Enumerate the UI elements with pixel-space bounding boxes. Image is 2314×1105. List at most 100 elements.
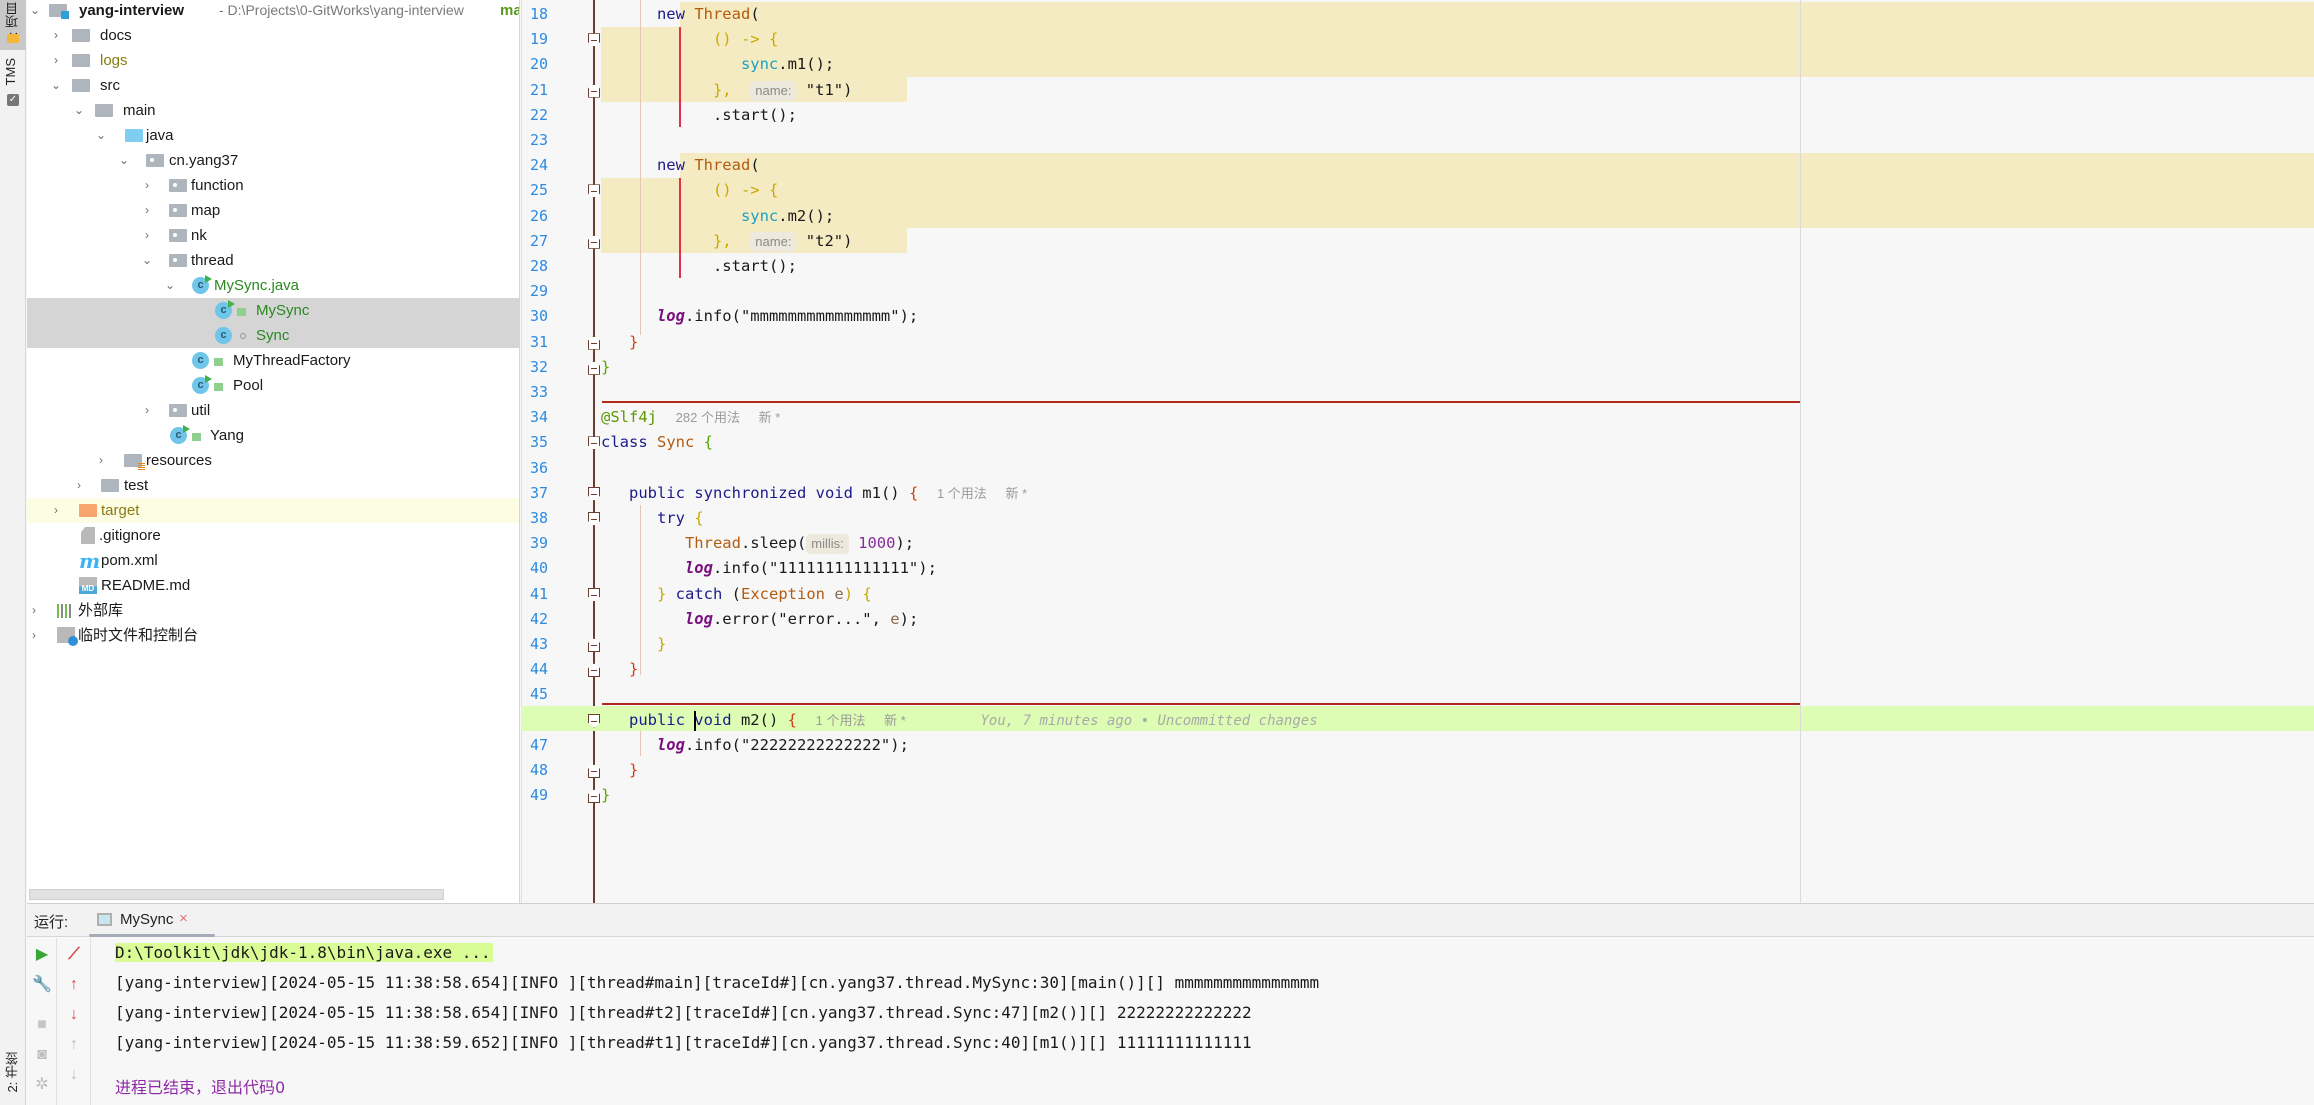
line-number[interactable]: 36 bbox=[530, 456, 560, 481]
arrow-up-icon[interactable]: ↑ bbox=[62, 973, 86, 997]
tree-item-scratches[interactable]: › 临时文件和控制台 bbox=[27, 623, 519, 648]
code-line[interactable]: () -> { bbox=[713, 178, 778, 203]
line-number[interactable]: 31 bbox=[530, 330, 560, 355]
chevron-down-icon[interactable]: ⌄ bbox=[95, 123, 107, 148]
project-tool-window-button[interactable]: 1: 项目 bbox=[0, 0, 26, 50]
chevron-right-icon[interactable]: › bbox=[50, 23, 62, 48]
line-number[interactable]: 24 bbox=[530, 153, 560, 178]
tree-item-yang[interactable]: c Yang bbox=[27, 423, 519, 448]
run-tab-mysync[interactable]: MySync × bbox=[89, 904, 215, 937]
code-line[interactable]: } bbox=[629, 758, 638, 783]
chevron-right-icon[interactable]: › bbox=[95, 448, 107, 473]
tms-tool-button[interactable]: TMS bbox=[3, 58, 18, 85]
code-line[interactable]: log.info("11111111111111"); bbox=[685, 556, 937, 581]
tree-item-pom[interactable]: m pom.xml bbox=[27, 548, 519, 573]
tree-item-mythreadfactory[interactable]: c MyThreadFactory bbox=[27, 348, 519, 373]
code-line[interactable]: .start(); bbox=[713, 103, 797, 128]
line-number[interactable]: 35 bbox=[530, 430, 560, 455]
line-number[interactable]: 21 bbox=[530, 78, 560, 103]
tree-root[interactable]: ⌄ yang-interview - D:\Projects\0-GitWork… bbox=[27, 0, 519, 23]
line-number[interactable]: 47 bbox=[530, 733, 560, 758]
camera-icon[interactable]: ◙ bbox=[30, 1043, 54, 1067]
line-number[interactable]: 42 bbox=[530, 607, 560, 632]
tree-item-nk[interactable]: › nk bbox=[27, 223, 519, 248]
checkbox-icon[interactable]: ✓ bbox=[7, 94, 19, 106]
tree-item-function[interactable]: › function bbox=[27, 173, 519, 198]
chevron-right-icon[interactable]: › bbox=[141, 398, 153, 423]
line-number[interactable]: 27 bbox=[530, 229, 560, 254]
code-line[interactable]: }, name: "t2") bbox=[713, 229, 852, 254]
code-line[interactable]: class Sync { bbox=[601, 430, 713, 455]
chevron-down-icon[interactable]: ⌄ bbox=[29, 0, 41, 23]
tree-item-java[interactable]: ⌄ java bbox=[27, 123, 519, 148]
chevron-right-icon[interactable]: › bbox=[50, 498, 62, 523]
code-line[interactable]: sync.m2(); bbox=[741, 204, 834, 229]
line-number[interactable]: 20 bbox=[530, 52, 560, 77]
bookmarks-tool-button[interactable]: 2: 书签 bbox=[3, 1052, 22, 1092]
line-number[interactable]: 40 bbox=[530, 556, 560, 581]
line-number[interactable]: 43 bbox=[530, 632, 560, 657]
tree-item-map[interactable]: › map bbox=[27, 198, 519, 223]
scroll-up-icon[interactable]: ↑ bbox=[62, 1033, 86, 1057]
chevron-right-icon[interactable]: › bbox=[73, 473, 85, 498]
line-number[interactable]: 29 bbox=[530, 279, 560, 304]
horizontal-scrollbar[interactable] bbox=[29, 889, 444, 900]
code-line[interactable]: try { bbox=[657, 506, 704, 531]
line-number[interactable]: 26 bbox=[530, 204, 560, 229]
line-number[interactable]: 37 bbox=[530, 481, 560, 506]
line-number[interactable]: 23 bbox=[530, 128, 560, 153]
code-line[interactable]: } bbox=[601, 355, 610, 380]
tree-item-thread[interactable]: ⌄ thread bbox=[27, 248, 519, 273]
code-line[interactable]: log.info("22222222222222"); bbox=[657, 733, 909, 758]
code-line[interactable]: new Thread( bbox=[657, 153, 760, 178]
chevron-right-icon[interactable]: › bbox=[28, 598, 40, 623]
chevron-right-icon[interactable]: › bbox=[50, 48, 62, 73]
line-number[interactable]: 25 bbox=[530, 178, 560, 203]
code-line[interactable]: } bbox=[601, 783, 610, 808]
chevron-right-icon[interactable]: › bbox=[141, 198, 153, 223]
tree-item-test[interactable]: › test bbox=[27, 473, 519, 498]
tree-item-pool[interactable]: c Pool bbox=[27, 373, 519, 398]
console-output[interactable]: D:\Toolkit\jdk\jdk-1.8\bin\java.exe ... … bbox=[115, 938, 2305, 1105]
code-line[interactable]: () -> { bbox=[713, 27, 778, 52]
tree-item-main[interactable]: ⌄ main bbox=[27, 98, 519, 123]
line-number[interactable]: 38 bbox=[530, 506, 560, 531]
code-line[interactable]: new Thread( bbox=[657, 2, 760, 27]
tree-item-mysync-class[interactable]: c MySync bbox=[27, 298, 519, 323]
line-number[interactable]: 45 bbox=[530, 682, 560, 707]
line-number[interactable]: 41 bbox=[530, 582, 560, 607]
code-line[interactable]: public synchronized void m1() { 1 个用法 新 … bbox=[629, 481, 1027, 506]
code-line[interactable]: } bbox=[629, 330, 638, 355]
line-number[interactable]: 30 bbox=[530, 304, 560, 329]
line-number[interactable]: 22 bbox=[530, 103, 560, 128]
clear-console-icon[interactable]: ⟋ bbox=[62, 943, 86, 967]
chevron-down-icon[interactable]: ⌄ bbox=[50, 73, 62, 98]
scroll-down-icon[interactable]: ↓ bbox=[62, 1063, 86, 1087]
code-line[interactable]: Thread.sleep(millis: 1000); bbox=[685, 531, 914, 556]
code-line[interactable]: .start(); bbox=[713, 254, 797, 279]
code-line[interactable]: @Slf4j 282 个用法 新 * bbox=[601, 405, 780, 430]
rerun-icon[interactable]: ▶ bbox=[30, 943, 54, 967]
line-number[interactable]: 19 bbox=[530, 27, 560, 52]
tree-item-resources[interactable]: › resources bbox=[27, 448, 519, 473]
chevron-down-icon[interactable]: ⌄ bbox=[141, 248, 153, 273]
code-line[interactable]: } bbox=[657, 632, 666, 657]
chevron-right-icon[interactable]: › bbox=[28, 623, 40, 648]
tree-item-mysync-java[interactable]: ⌄ c MySync.java bbox=[27, 273, 519, 298]
tree-item-util[interactable]: › util bbox=[27, 398, 519, 423]
line-number[interactable]: 18 bbox=[530, 2, 560, 27]
code-line[interactable]: }, name: "t1") bbox=[713, 78, 852, 103]
arrow-down-icon[interactable]: ↓ bbox=[62, 1003, 86, 1027]
close-icon[interactable]: × bbox=[179, 910, 188, 927]
tree-item-gitignore[interactable]: .gitignore bbox=[27, 523, 519, 548]
tree-item-target[interactable]: › target bbox=[27, 498, 519, 523]
chevron-right-icon[interactable]: › bbox=[141, 173, 153, 198]
tree-item-logs[interactable]: › logs bbox=[27, 48, 519, 73]
line-number[interactable]: 39 bbox=[530, 531, 560, 556]
chevron-down-icon[interactable]: ⌄ bbox=[164, 273, 176, 298]
line-number[interactable]: 28 bbox=[530, 254, 560, 279]
wrench-icon[interactable]: 🔧 bbox=[30, 973, 54, 997]
line-number[interactable]: 32 bbox=[530, 355, 560, 380]
debug-icon[interactable]: ✲ bbox=[30, 1073, 54, 1097]
code-line[interactable]: log.info("mmmmmmmmmmmmmmm"); bbox=[657, 304, 918, 329]
